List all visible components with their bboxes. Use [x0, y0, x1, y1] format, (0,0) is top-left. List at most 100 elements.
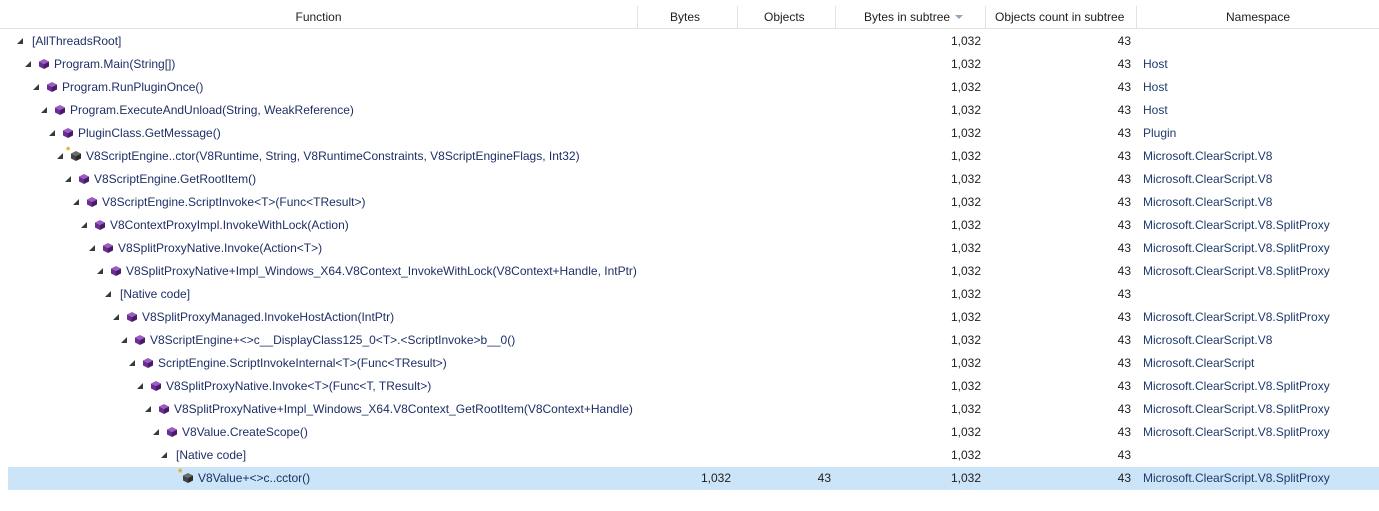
- bytes-in-subtree-value: 1,032: [950, 172, 981, 186]
- bytes-in-subtree-value: 1,032: [950, 356, 981, 370]
- column-header-bytes-in-subtree[interactable]: Bytes in subtree: [836, 6, 986, 28]
- tree-row[interactable]: V8SplitProxyManaged.InvokeHostAction(Int…: [0, 306, 1379, 329]
- constructor-icon: [70, 150, 82, 162]
- call-tree-grid[interactable]: Function Bytes Objects Bytes in subtree …: [0, 0, 1379, 511]
- expander-expanded-icon[interactable]: [113, 314, 119, 320]
- objects-value: [741, 352, 831, 375]
- expander-expanded-icon[interactable]: [73, 199, 79, 205]
- column-header-namespace[interactable]: Namespace: [1137, 6, 1379, 28]
- expander-expanded-icon[interactable]: [81, 222, 87, 228]
- function-name: ScriptEngine.ScriptInvokeInternal<T>(Fun…: [158, 356, 447, 370]
- namespace-value: Microsoft.ClearScript.V8: [1143, 149, 1273, 163]
- tree-row[interactable]: Program.Main(String[]) 1,032 43 Host: [0, 53, 1379, 76]
- namespace-value: Microsoft.ClearScript.V8: [1143, 172, 1273, 186]
- objects-value: [741, 375, 831, 398]
- method-icon: [142, 357, 154, 369]
- objects-value: [741, 283, 831, 306]
- column-header-bytes[interactable]: Bytes: [638, 6, 738, 28]
- bytes-in-subtree-value: 1,032: [950, 57, 981, 71]
- tree-row[interactable]: V8SplitProxyNative+Impl_Windows_X64.V8Co…: [0, 398, 1379, 421]
- bytes-value: [641, 122, 731, 145]
- tree-row[interactable]: V8SplitProxyNative.Invoke<T>(Func<T, TRe…: [0, 375, 1379, 398]
- method-icon: [102, 242, 114, 254]
- tree-row[interactable]: Program.ExecuteAndUnload(String, WeakRef…: [0, 99, 1379, 122]
- tree-row[interactable]: [Native code] 1,032 43: [0, 444, 1379, 467]
- method-icon: [62, 127, 74, 139]
- namespace-value: Microsoft.ClearScript.V8.SplitProxy: [1143, 471, 1330, 485]
- objects-count-in-subtree-value: 43: [1117, 149, 1131, 163]
- tree-row[interactable]: * V8Value+<>c..cctor() 1,032 43 1,032 43 Micro…: [8, 467, 1379, 490]
- tree-row[interactable]: ScriptEngine.ScriptInvokeInternal<T>(Fun…: [0, 352, 1379, 375]
- bytes-in-subtree-value: 1,032: [950, 448, 981, 462]
- objects-count-in-subtree-value: 43: [1117, 80, 1131, 94]
- expander-expanded-icon[interactable]: [105, 291, 111, 297]
- expander-expanded-icon[interactable]: [161, 452, 167, 458]
- bytes-value: [641, 99, 731, 122]
- expander-expanded-icon[interactable]: [57, 153, 63, 159]
- tree-row[interactable]: [Native code] 1,032 43: [0, 283, 1379, 306]
- tree-row[interactable]: V8SplitProxyNative+Impl_Windows_X64.V8Co…: [0, 260, 1379, 283]
- function-name: [AllThreadsRoot]: [32, 34, 122, 48]
- column-header-function[interactable]: Function: [0, 6, 638, 28]
- objects-count-in-subtree-value: 43: [1117, 287, 1131, 301]
- objects-count-in-subtree-value: 43: [1117, 333, 1131, 347]
- function-name: [Native code]: [176, 448, 247, 462]
- namespace-value: Microsoft.ClearScript.V8.SplitProxy: [1143, 264, 1330, 278]
- expander-expanded-icon[interactable]: [121, 337, 127, 343]
- column-header-objects-count-in-subtree[interactable]: Objects count in subtree: [986, 6, 1137, 28]
- function-name: Program.Main(String[]): [54, 57, 176, 71]
- sort-descending-icon: [955, 14, 964, 19]
- tree-row[interactable]: V8ContextProxyImpl.InvokeWithLock(Action…: [0, 214, 1379, 237]
- expander-expanded-icon[interactable]: [153, 429, 159, 435]
- tree-row[interactable]: V8Value.CreateScope() 1,032 43 Microsoft.Cl…: [0, 421, 1379, 444]
- function-name: V8SplitProxyNative+Impl_Windows_X64.V8Co…: [126, 264, 637, 278]
- method-icon: [166, 426, 178, 438]
- objects-value: [741, 329, 831, 352]
- objects-count-in-subtree-value: 43: [1117, 126, 1131, 140]
- bytes-value: [641, 53, 731, 76]
- expander-expanded-icon[interactable]: [49, 130, 55, 136]
- bytes-in-subtree-value: 1,032: [950, 195, 981, 209]
- tree-row[interactable]: V8SplitProxyNative.Invoke(Action<T>) 1,03…: [0, 237, 1379, 260]
- expander-expanded-icon[interactable]: [145, 406, 151, 412]
- objects-value: [741, 168, 831, 191]
- bytes-in-subtree-value: 1,032: [950, 126, 981, 140]
- function-name: PluginClass.GetMessage(): [78, 126, 221, 140]
- objects-count-in-subtree-value: 43: [1117, 195, 1131, 209]
- expander-expanded-icon[interactable]: [137, 383, 143, 389]
- expander-expanded-icon[interactable]: [65, 176, 71, 182]
- objects-count-in-subtree-value: 43: [1117, 356, 1131, 370]
- expander-expanded-icon[interactable]: [129, 360, 135, 366]
- objects-value: [741, 421, 831, 444]
- method-icon: [150, 380, 162, 392]
- tree-row[interactable]: Program.RunPluginOnce() 1,032 43 Host: [0, 76, 1379, 99]
- method-icon: [86, 196, 98, 208]
- bytes-value: [641, 191, 731, 214]
- expander-expanded-icon[interactable]: [97, 268, 103, 274]
- objects-value: [741, 237, 831, 260]
- expander-expanded-icon[interactable]: [17, 38, 23, 44]
- tree-row[interactable]: PluginClass.GetMessage() 1,032 43 Plugin: [0, 122, 1379, 145]
- objects-value: [741, 76, 831, 99]
- function-name: V8SplitProxyNative.Invoke(Action<T>): [118, 241, 323, 255]
- tree-row[interactable]: [AllThreadsRoot] 1,032 43: [0, 30, 1379, 53]
- tree-row[interactable]: V8ScriptEngine+<>c__DisplayClass125_0<T>…: [0, 329, 1379, 352]
- bytes-in-subtree-value: 1,032: [950, 103, 981, 117]
- bytes-value: [641, 352, 731, 375]
- expander-expanded-icon[interactable]: [25, 61, 31, 67]
- tree-row[interactable]: * V8ScriptEngine..ctor(V8Runtime, String,…: [0, 145, 1379, 168]
- method-icon: [46, 81, 58, 93]
- objects-count-in-subtree-value: 43: [1117, 34, 1131, 48]
- expander-expanded-icon[interactable]: [41, 107, 47, 113]
- tree-row[interactable]: V8ScriptEngine.GetRootItem() 1,032 43 Micro…: [0, 168, 1379, 191]
- function-name: V8Value+<>c..cctor(): [198, 471, 311, 485]
- bytes-value: [641, 30, 731, 53]
- bytes-in-subtree-value: 1,032: [950, 333, 981, 347]
- expander-expanded-icon[interactable]: [89, 245, 95, 251]
- column-header-objects[interactable]: Objects: [738, 6, 836, 28]
- namespace-value: Microsoft.ClearScript.V8: [1143, 333, 1273, 347]
- expander-expanded-icon[interactable]: [33, 84, 39, 90]
- namespace-value: Host: [1143, 103, 1168, 117]
- tree-row[interactable]: V8ScriptEngine.ScriptInvoke<T>(Func<TRes…: [0, 191, 1379, 214]
- function-name: V8ScriptEngine.ScriptInvoke<T>(Func<TRes…: [102, 195, 366, 209]
